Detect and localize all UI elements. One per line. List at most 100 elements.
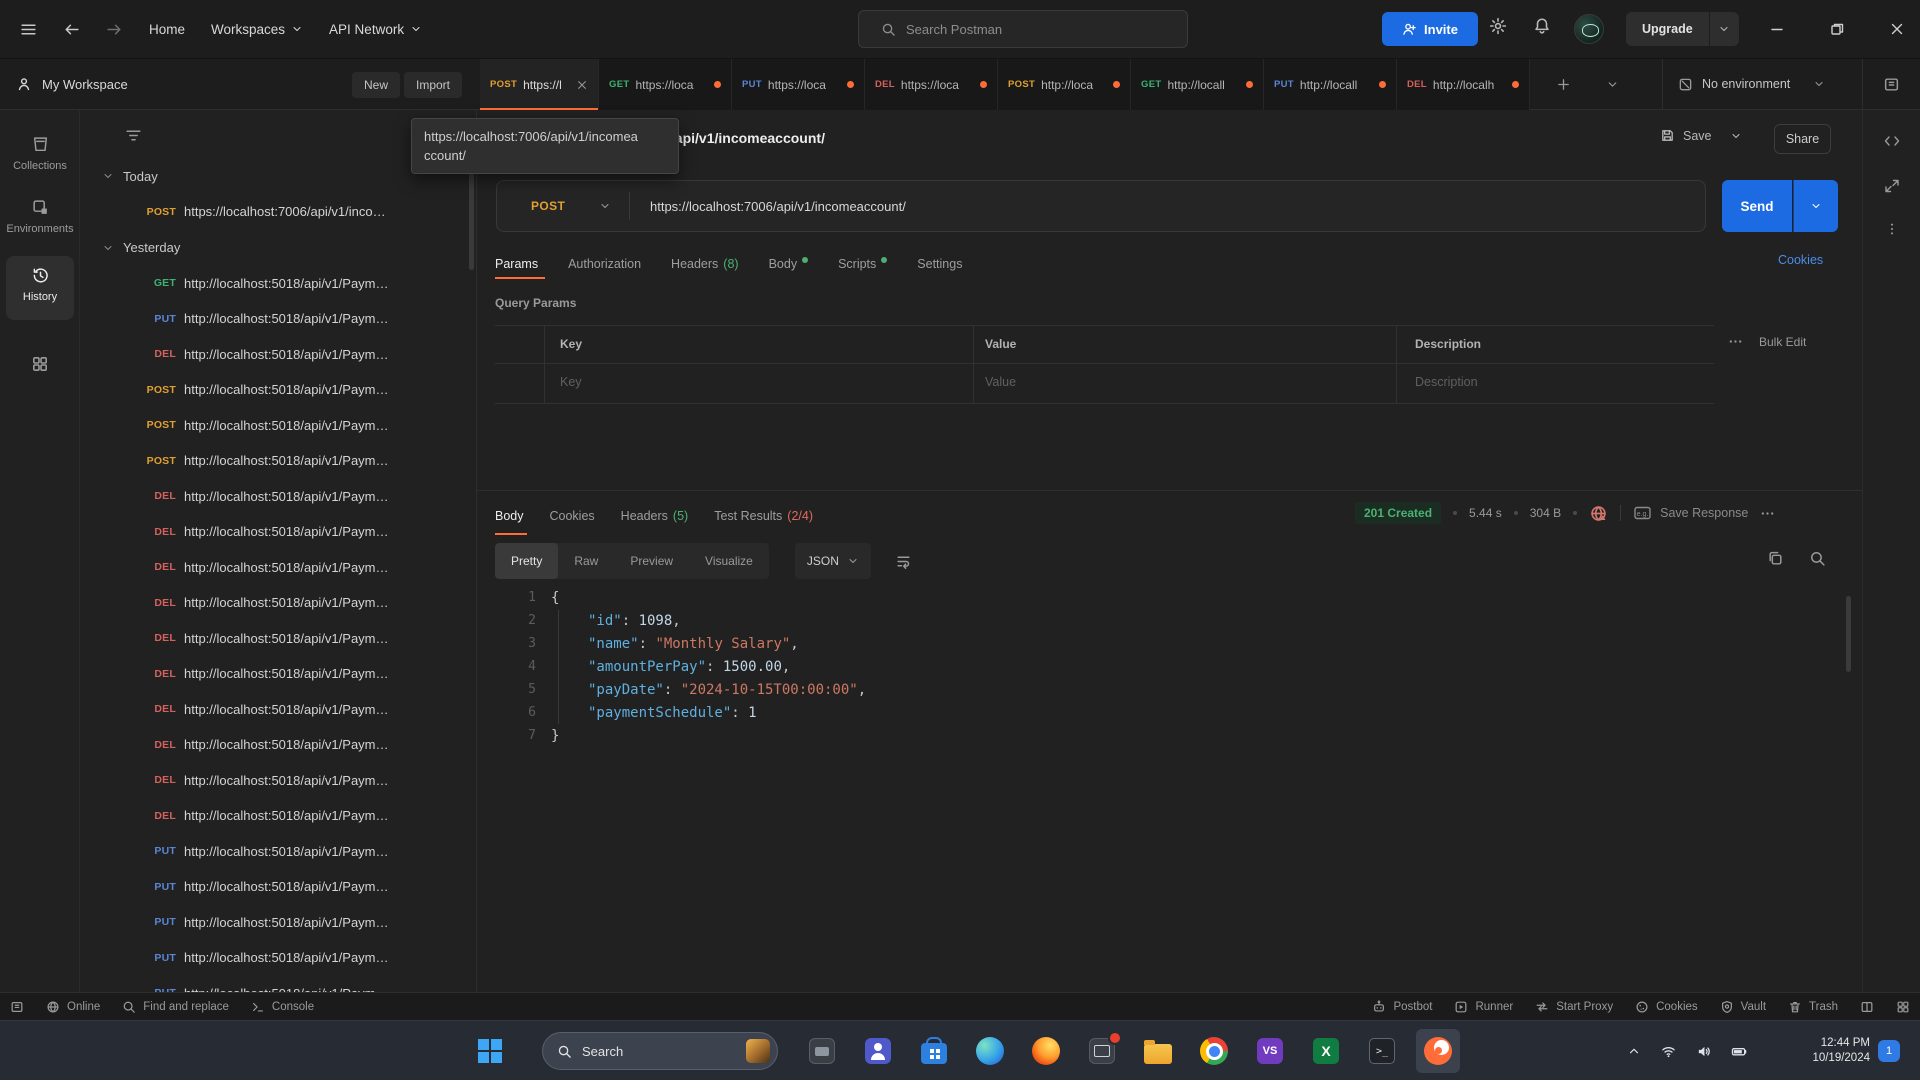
method-selector[interactable]: POST: [497, 199, 629, 213]
window-minimize-button[interactable]: [1769, 21, 1785, 37]
save-response-button[interactable]: Save Response: [1633, 505, 1748, 521]
history-request-item[interactable]: PUT http://localhost:5018/api/v1/Paym…: [80, 976, 476, 992]
forward-icon[interactable]: [106, 21, 123, 38]
view-tab[interactable]: Visualize: [689, 543, 769, 579]
value-input[interactable]: Value: [985, 375, 1016, 389]
code-snippet-icon[interactable]: [1883, 132, 1901, 150]
history-request-item[interactable]: PUT http://localhost:5018/api/v1/Paym…: [80, 834, 476, 870]
mail-app-icon[interactable]: [1080, 1029, 1124, 1073]
history-request-item[interactable]: DEL http://localhost:5018/api/v1/Paym…: [80, 798, 476, 834]
import-button[interactable]: Import: [404, 72, 463, 98]
statusbar-item[interactable]: [10, 1000, 24, 1014]
notification-count-badge[interactable]: 1: [1878, 1040, 1900, 1062]
environment-quick-look-button[interactable]: [1862, 59, 1920, 109]
response-more-options-icon[interactable]: [1760, 506, 1775, 521]
history-request-item[interactable]: DEL http://localhost:5018/api/v1/Paym…: [80, 479, 476, 515]
format-selector[interactable]: JSON: [794, 543, 871, 579]
request-tab[interactable]: POST http://loca: [998, 59, 1131, 110]
history-request-item[interactable]: POST https://localhost:7006/api/v1/inco…: [80, 194, 476, 230]
close-tab-icon[interactable]: [576, 79, 588, 91]
statusbar-item[interactable]: Vault: [1720, 1000, 1766, 1014]
volume-icon[interactable]: [1696, 1044, 1711, 1059]
history-request-item[interactable]: POST http://localhost:5018/api/v1/Paym…: [80, 443, 476, 479]
request-tab[interactable]: POST https://l: [480, 59, 599, 110]
upgrade-button[interactable]: Upgrade: [1626, 12, 1739, 46]
filter-icon[interactable]: [124, 126, 143, 145]
history-request-item[interactable]: PUT http://localhost:5018/api/v1/Paym…: [80, 301, 476, 337]
description-input[interactable]: Description: [1415, 375, 1478, 389]
statusbar-item[interactable]: Postbot: [1372, 1000, 1432, 1014]
section-tab[interactable]: Settings: [917, 257, 962, 271]
statusbar-item[interactable]: Find and replace: [122, 1000, 229, 1014]
section-tab[interactable]: Body: [495, 509, 524, 523]
history-request-item[interactable]: DEL http://localhost:5018/api/v1/Paym…: [80, 337, 476, 373]
search-input[interactable]: Search Postman: [858, 10, 1188, 48]
file-explorer-app-icon[interactable]: [800, 1029, 844, 1073]
expand-icon[interactable]: [1884, 178, 1900, 194]
send-options-button[interactable]: [1793, 180, 1838, 232]
url-input[interactable]: https://localhost:7006/api/v1/incomeacco…: [630, 199, 906, 214]
section-tab[interactable]: Headers (8): [671, 257, 739, 271]
new-button[interactable]: New: [352, 72, 401, 98]
drag-handle-icon[interactable]: [1885, 222, 1899, 236]
statusbar-item[interactable]: Cookies: [1635, 1000, 1698, 1014]
nav-workspaces[interactable]: Workspaces: [211, 22, 303, 37]
section-tab[interactable]: Authorization: [568, 257, 641, 271]
sidebar-item-environments[interactable]: Environments: [0, 198, 80, 235]
response-scrollbar[interactable]: [1846, 596, 1851, 672]
history-section-header[interactable]: Yesterday: [80, 230, 476, 266]
response-divider[interactable]: [477, 490, 1862, 491]
section-tab[interactable]: Body: [769, 257, 809, 271]
network-info-icon[interactable]: [1589, 504, 1608, 523]
firefox-app-icon[interactable]: [1024, 1029, 1068, 1073]
request-tab[interactable]: GET https://loca: [599, 59, 732, 110]
window-close-button[interactable]: [1889, 21, 1905, 37]
new-tab-icon[interactable]: [1556, 77, 1571, 92]
statusbar-item[interactable]: Runner: [1454, 1000, 1513, 1014]
nav-home[interactable]: Home: [149, 22, 185, 37]
tab-options-chevron-icon[interactable]: [1606, 78, 1619, 91]
history-request-item[interactable]: PUT http://localhost:5018/api/v1/Paym…: [80, 940, 476, 976]
edge-app-icon[interactable]: [968, 1029, 1012, 1073]
window-maximize-button[interactable]: [1829, 21, 1845, 37]
upgrade-dropdown[interactable]: [1708, 12, 1739, 46]
section-tab[interactable]: Test Results (2/4): [714, 509, 813, 523]
cookies-link[interactable]: Cookies: [1778, 253, 1823, 267]
request-tab[interactable]: PUT https://loca: [732, 59, 865, 110]
avatar[interactable]: [1574, 14, 1604, 44]
statusbar-item[interactable]: [1896, 1000, 1910, 1014]
save-dropdown-chevron-icon[interactable]: [1730, 130, 1742, 142]
history-request-item[interactable]: DEL http://localhost:5018/api/v1/Paym…: [80, 763, 476, 799]
taskbar-clock[interactable]: 12:44 PM 10/19/2024: [1786, 1021, 1870, 1080]
history-request-item[interactable]: GET http://localhost:5018/api/v1/Paym…: [80, 266, 476, 302]
search-highlight-thumbnail[interactable]: [746, 1039, 770, 1063]
excel-app-icon[interactable]: [1304, 1029, 1348, 1073]
view-tab[interactable]: Raw: [558, 543, 614, 579]
history-request-item[interactable]: DEL http://localhost:5018/api/v1/Paym…: [80, 656, 476, 692]
statusbar-item[interactable]: Online: [46, 1000, 100, 1014]
back-icon[interactable]: [63, 21, 80, 38]
section-tab[interactable]: Headers (5): [621, 509, 689, 523]
history-request-item[interactable]: DEL http://localhost:5018/api/v1/Paym…: [80, 550, 476, 586]
history-request-item[interactable]: DEL http://localhost:5018/api/v1/Paym…: [80, 585, 476, 621]
view-tab[interactable]: Preview: [614, 543, 689, 579]
environment-selector[interactable]: No environment: [1662, 59, 1862, 109]
notifications-bell-icon[interactable]: [1533, 17, 1551, 35]
terminal-app-icon[interactable]: [1360, 1029, 1404, 1073]
history-request-item[interactable]: POST http://localhost:5018/api/v1/Paym…: [80, 372, 476, 408]
view-tab[interactable]: Pretty: [495, 543, 559, 579]
search-response-icon[interactable]: [1809, 550, 1826, 567]
settings-gear-icon[interactable]: [1489, 17, 1507, 35]
sidebar-item-more[interactable]: [0, 355, 80, 373]
folder-app-icon[interactable]: [1136, 1029, 1180, 1073]
invite-button[interactable]: Invite: [1382, 12, 1478, 46]
copy-icon[interactable]: [1767, 550, 1784, 567]
request-tab[interactable]: PUT http://locall: [1264, 59, 1397, 110]
postman-app-icon[interactable]: [1416, 1029, 1460, 1073]
section-tab[interactable]: Params: [495, 257, 538, 271]
sidebar-item-history[interactable]: History: [6, 256, 74, 320]
send-button[interactable]: Send: [1722, 180, 1792, 232]
statusbar-item[interactable]: Start Proxy: [1535, 1000, 1613, 1014]
request-tab[interactable]: DEL https://loca: [865, 59, 998, 110]
history-request-item[interactable]: PUT http://localhost:5018/api/v1/Paym…: [80, 905, 476, 941]
